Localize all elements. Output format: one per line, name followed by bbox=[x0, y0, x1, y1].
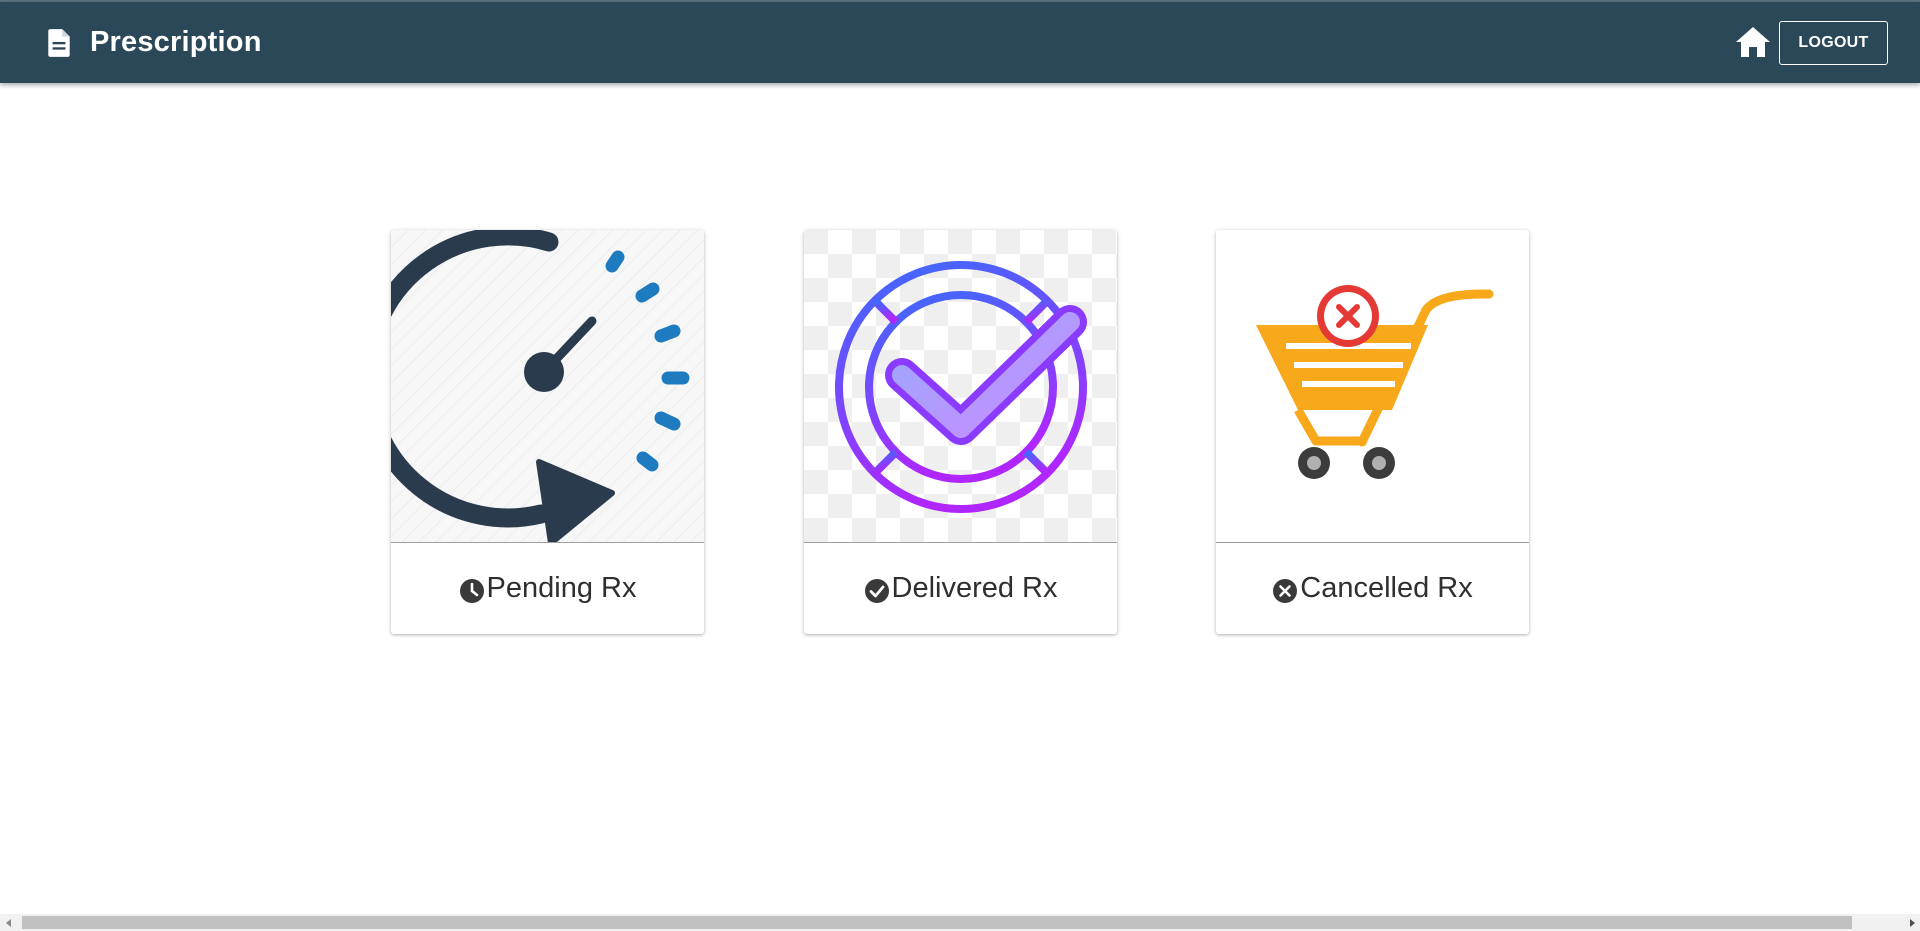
app-brand: Prescription bbox=[46, 2, 262, 83]
app-bar: Prescription LOGOUT bbox=[0, 2, 1920, 83]
cancelled-rx-card[interactable]: Cancelled Rx bbox=[1216, 230, 1529, 634]
cancelled-rx-label: Cancelled Rx bbox=[1300, 572, 1473, 604]
delivered-rx-label-row: Delivered Rx bbox=[804, 543, 1117, 634]
cancelled-rx-label-row: Cancelled Rx bbox=[1216, 543, 1529, 634]
home-icon bbox=[1736, 27, 1770, 57]
delivered-rx-label: Delivered Rx bbox=[891, 572, 1058, 604]
delivered-rx-card[interactable]: Delivered Rx bbox=[804, 230, 1117, 634]
scroll-right-arrow[interactable] bbox=[1903, 914, 1920, 931]
check-circle-icon bbox=[864, 578, 889, 603]
page-title: Prescription bbox=[90, 26, 262, 58]
x-circle-icon bbox=[1273, 578, 1298, 603]
document-icon bbox=[48, 28, 70, 57]
logout-button[interactable]: LOGOUT bbox=[1779, 21, 1888, 65]
pending-rx-label-row: Pending Rx bbox=[391, 543, 704, 634]
caret-right-icon bbox=[1909, 918, 1915, 927]
pending-rx-image bbox=[391, 230, 704, 543]
pending-rx-label: Pending Rx bbox=[486, 572, 637, 604]
home-button[interactable] bbox=[1734, 24, 1772, 60]
pending-rx-card[interactable]: Pending Rx bbox=[391, 230, 704, 634]
cancelled-rx-image bbox=[1216, 230, 1529, 543]
scrollbar-thumb[interactable] bbox=[22, 916, 1852, 929]
check-badge-image bbox=[804, 230, 1117, 542]
scroll-left-arrow[interactable] bbox=[0, 914, 17, 931]
cancel-cart-image bbox=[1216, 230, 1529, 542]
horizontal-scrollbar[interactable] bbox=[0, 914, 1920, 931]
delivered-rx-image bbox=[804, 230, 1117, 543]
clock-icon bbox=[459, 578, 484, 603]
speed-timer-image bbox=[391, 230, 704, 542]
caret-left-icon bbox=[5, 918, 11, 927]
